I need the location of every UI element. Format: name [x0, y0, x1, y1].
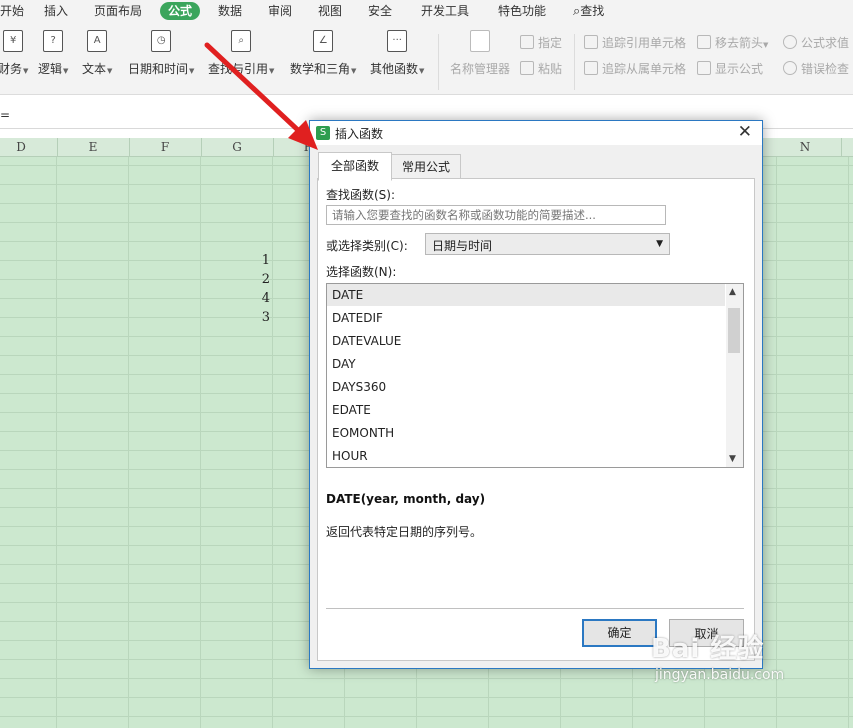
function-signature: DATE(year, month, day)	[326, 492, 486, 506]
menu-review[interactable]: 审阅	[268, 2, 292, 20]
cell-value[interactable]: 1	[250, 253, 270, 268]
dialog-title-bar[interactable]: S 插入函数 ✕	[310, 121, 762, 145]
wps-app-icon: S	[316, 126, 330, 140]
math-label: 数学和三角	[290, 62, 351, 76]
lookup-icon: ⌕	[231, 30, 252, 52]
tab-common-formulas[interactable]: 常用公式	[391, 154, 461, 180]
paste-icon	[520, 61, 534, 75]
function-list-item-datevalue[interactable]: DATEVALUE	[327, 330, 725, 352]
more-functions-button[interactable]: ··· 其他函数▼	[370, 30, 424, 77]
insert-function-dialog: S 插入函数 ✕ 全部函数 常用公式 查找函数(S): 或选择类别(C): 日期…	[309, 120, 763, 669]
function-list-item-day[interactable]: DAY	[327, 353, 725, 375]
scroll-up-icon[interactable]: ▲	[729, 287, 736, 297]
evaluate-formula-button[interactable]: 公式求值	[783, 34, 849, 52]
watermark-logo: Bai 经验	[651, 634, 765, 664]
scrollbar-thumb[interactable]	[728, 308, 740, 353]
error-check-button[interactable]: 错误检查	[783, 60, 849, 78]
menu-insert[interactable]: 插入	[44, 2, 68, 20]
close-icon[interactable]: ✕	[738, 122, 752, 142]
name-manager-button[interactable]: 名称管理器	[450, 30, 510, 77]
ribbon-divider	[438, 34, 439, 90]
finance-label: 财务	[0, 62, 23, 76]
baidu-watermark: Bai 经验 jingyan.baidu.com	[651, 628, 784, 683]
trace-dependents-button[interactable]: 追踪从属单元格	[584, 60, 686, 78]
scroll-down-icon[interactable]: ▼	[729, 454, 736, 464]
dialog-title: 插入函数	[335, 127, 384, 141]
column-header-e[interactable]: E	[57, 138, 130, 156]
text-icon: A	[87, 30, 108, 52]
menu-formulas[interactable]: 公式	[160, 2, 201, 20]
column-header-d[interactable]: D	[0, 138, 58, 156]
menu-find[interactable]: ⌕查找	[573, 2, 604, 20]
logic-label: 逻辑	[38, 62, 63, 76]
trace-precedents-button[interactable]: 追踪引用单元格	[584, 34, 686, 52]
watermark-url: jingyan.baidu.com	[655, 667, 785, 683]
function-search-input[interactable]	[326, 205, 666, 225]
trace-dependents-icon	[584, 61, 598, 75]
paste-button[interactable]: 粘贴	[520, 60, 562, 78]
search-label: 查找函数(S):	[326, 188, 396, 202]
menu-bar: 开始 插入 页面布局 公式 数据 审阅 视图 安全 开发工具 特色功能 ⌕查找	[0, 0, 853, 22]
text-button[interactable]: A 文本▼	[82, 30, 112, 77]
divider	[326, 608, 744, 609]
tab-all-functions[interactable]: 全部函数	[318, 152, 392, 181]
logic-icon: ?	[43, 30, 64, 52]
cell-value[interactable]: 3	[250, 310, 270, 325]
dropdown-arrow-icon: ▼	[656, 239, 663, 249]
menu-developer[interactable]: 开发工具	[421, 2, 469, 20]
remove-arrows-button[interactable]: 移去箭头▼	[697, 34, 768, 52]
date-time-button[interactable]: ◷ 日期和时间▼	[128, 30, 194, 77]
function-list-item-date[interactable]: DATE	[327, 284, 725, 306]
menu-view[interactable]: 视图	[318, 2, 342, 20]
error-check-icon	[783, 61, 797, 75]
menu-data[interactable]: 数据	[218, 2, 242, 20]
formula-text: =	[0, 108, 11, 122]
category-label: 或选择类别(C):	[326, 239, 408, 253]
remove-arrows-icon	[697, 35, 711, 49]
function-list-item-datedif[interactable]: DATEDIF	[327, 307, 725, 329]
more-functions-label: 其他函数	[370, 62, 419, 76]
menu-security[interactable]: 安全	[368, 2, 392, 20]
menu-special[interactable]: 特色功能	[498, 2, 546, 20]
lookup-label: 查找与引用	[208, 62, 269, 76]
column-header-g[interactable]: G	[201, 138, 274, 156]
show-formulas-button[interactable]: 显示公式	[697, 60, 763, 78]
date-time-label: 日期和时间	[128, 62, 189, 76]
column-header-f[interactable]: F	[129, 138, 202, 156]
column-header-n[interactable]: N	[769, 138, 842, 156]
math-button[interactable]: ∠ 数学和三角▼	[290, 30, 356, 77]
function-list-item-edate[interactable]: EDATE	[327, 399, 725, 421]
ok-button[interactable]: 确定	[582, 619, 657, 647]
finance-button[interactable]: ¥ 财务▼	[0, 30, 28, 77]
specify-button[interactable]: 指定	[520, 34, 562, 52]
function-list-label: 选择函数(N):	[326, 265, 397, 279]
category-select[interactable]: 日期与时间 ▼	[425, 233, 670, 255]
menu-page-layout[interactable]: 页面布局	[94, 2, 142, 20]
cell-value[interactable]: 2	[250, 272, 270, 287]
lookup-button[interactable]: ⌕ 查找与引用▼	[208, 30, 274, 77]
finance-icon: ¥	[3, 30, 24, 52]
function-list-item-days360[interactable]: DAYS360	[327, 376, 725, 398]
menu-home[interactable]: 开始	[0, 2, 24, 20]
category-value: 日期与时间	[432, 239, 493, 253]
evaluate-formula-icon	[783, 35, 797, 49]
specify-icon	[520, 35, 534, 49]
text-label: 文本	[82, 62, 107, 76]
cell-value[interactable]: 4	[250, 291, 270, 306]
logic-button[interactable]: ? 逻辑▼	[38, 30, 68, 77]
function-description: 返回代表特定日期的序列号。	[326, 525, 483, 539]
math-icon: ∠	[313, 30, 334, 52]
ribbon: ¥ 财务▼ ? 逻辑▼ A 文本▼ ◷ 日期和时间▼ ⌕ 查找与引用▼ ∠ 数学…	[0, 22, 853, 95]
show-formulas-icon	[697, 61, 711, 75]
function-list[interactable]: DATE DATEDIF DATEVALUE DAY DAYS360 EDATE…	[326, 283, 744, 468]
function-list-item-eomonth[interactable]: EOMONTH	[327, 422, 725, 444]
dialog-panel: 查找函数(S): 或选择类别(C): 日期与时间 ▼ 选择函数(N): DATE…	[317, 178, 755, 661]
ribbon-divider	[574, 34, 575, 90]
trace-precedents-icon	[584, 35, 598, 49]
clock-icon: ◷	[151, 30, 172, 52]
function-list-scrollbar[interactable]: ▲ ▼	[726, 284, 743, 467]
name-manager-icon	[470, 30, 490, 52]
function-list-item-hour[interactable]: HOUR	[327, 445, 725, 467]
more-functions-icon: ···	[387, 30, 408, 52]
